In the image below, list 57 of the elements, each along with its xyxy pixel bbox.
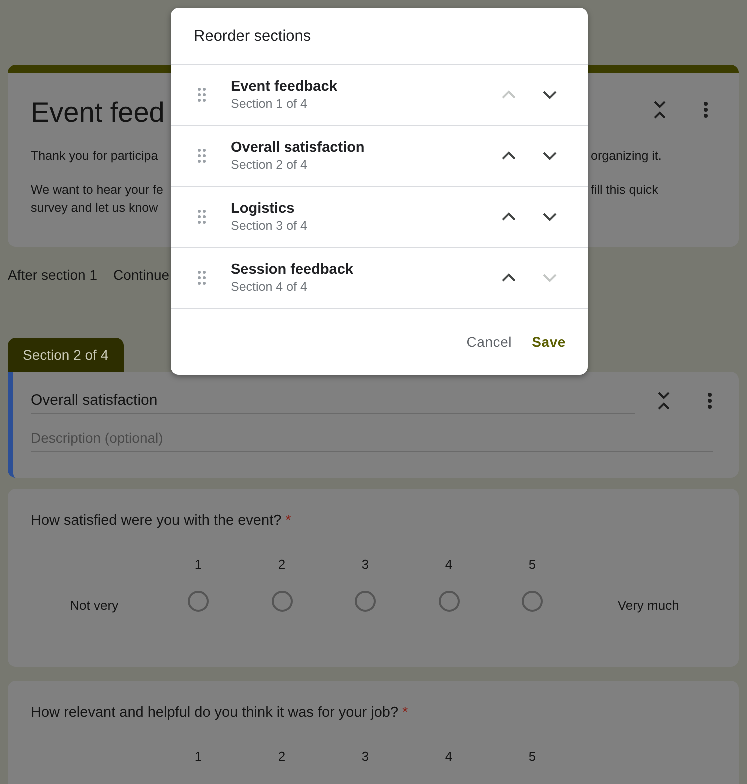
scale-number: 1 xyxy=(194,749,202,764)
radio-button[interactable] xyxy=(355,591,376,612)
collapse-icon[interactable] xyxy=(657,391,671,411)
radio-button[interactable] xyxy=(522,591,543,612)
section-name: Logistics xyxy=(231,201,296,217)
section-row[interactable]: Session feedback Section 4 of 4 xyxy=(171,247,588,308)
drag-handle-icon[interactable] xyxy=(198,271,206,285)
chevron-up-icon[interactable] xyxy=(501,273,517,283)
scale-number: 3 xyxy=(362,749,370,764)
scale-number: 5 xyxy=(528,749,536,764)
scale-number: 2 xyxy=(278,557,286,572)
radio-button[interactable] xyxy=(188,591,209,612)
question-text: How relevant and helpful do you think it was for your job? * xyxy=(30,705,410,721)
save-button[interactable]: Save xyxy=(524,326,574,358)
section-title-field[interactable]: Overall satisfaction xyxy=(31,388,635,414)
section-row[interactable]: Event feedback Section 1 of 4 xyxy=(171,64,588,125)
more-icon[interactable] xyxy=(703,101,709,119)
section-subtitle: Section 2 of 4 xyxy=(231,158,308,172)
radio-button[interactable] xyxy=(438,591,460,612)
section-subtitle: Section 3 of 4 xyxy=(231,219,308,233)
high-label: Very much xyxy=(618,597,680,613)
chevron-down-icon[interactable] xyxy=(542,212,558,222)
low-label: Not very xyxy=(69,597,119,613)
section-subtitle: Section 4 of 4 xyxy=(231,280,308,294)
form-title: Event feed xyxy=(31,97,165,129)
scale-number: 5 xyxy=(528,557,536,572)
chevron-up-icon[interactable] xyxy=(501,212,517,222)
scale-number: 2 xyxy=(278,749,286,764)
collapse-icon[interactable] xyxy=(653,100,667,120)
section-row[interactable]: Logistics Section 3 of 4 xyxy=(171,186,588,247)
scale-number: 4 xyxy=(445,557,453,572)
description-text: fill this quick xyxy=(591,183,660,197)
radio-button[interactable] xyxy=(272,591,292,612)
section-name: Overall satisfaction xyxy=(231,140,366,156)
description-text: organizing it. xyxy=(591,149,663,163)
question-text: How satisfied were you with the event? * xyxy=(30,513,292,529)
section-name: Event feedback xyxy=(231,79,338,95)
drag-handle-icon[interactable] xyxy=(198,149,206,163)
chevron-up-icon[interactable] xyxy=(501,151,517,161)
section-row[interactable]: Overall satisfaction Section 2 of 4 xyxy=(171,125,588,186)
more-icon[interactable] xyxy=(707,392,713,410)
drag-handle-icon[interactable] xyxy=(198,210,206,224)
chevron-down-icon[interactable] xyxy=(542,151,558,161)
cancel-button[interactable]: Cancel xyxy=(458,326,520,358)
section-navigation-dropdown[interactable]: Continue xyxy=(114,267,170,283)
section-name: Session feedback xyxy=(231,262,354,278)
chevron-down-icon[interactable] xyxy=(542,90,558,100)
scale-number: 4 xyxy=(445,749,453,764)
section-subtitle: Section 1 of 4 xyxy=(231,97,308,111)
description-text: We want to hear your fe xyxy=(31,183,164,197)
scale-number: 3 xyxy=(362,557,370,572)
dialog-title: Reorder sections xyxy=(193,27,312,47)
after-section-label: After section 1 xyxy=(8,267,98,283)
scale-number: 1 xyxy=(194,557,202,572)
drag-handle-icon[interactable] xyxy=(198,88,206,102)
description-text: Thank you for participa xyxy=(31,149,160,163)
description-text: survey and let us know xyxy=(31,201,160,215)
